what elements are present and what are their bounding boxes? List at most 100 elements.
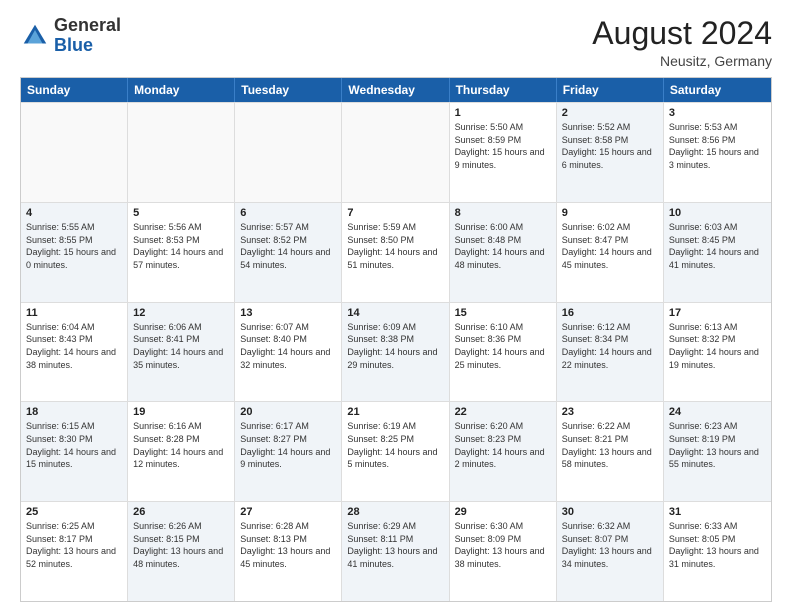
cal-cell-29: 29Sunrise: 6:30 AM Sunset: 8:09 PM Dayli…	[450, 502, 557, 601]
header: General Blue August 2024 Neusitz, German…	[20, 16, 772, 69]
cal-cell-10: 10 Sunrise: 6:03 AM Sunset: 8:45 PM Dayli…	[664, 203, 771, 302]
cal-header-day-friday: Friday	[557, 78, 664, 102]
day-number-8: 8	[455, 207, 551, 219]
day-number-20: 20	[240, 406, 336, 418]
cal-header-day-monday: Monday	[128, 78, 235, 102]
location: Neusitz, Germany	[592, 53, 772, 69]
title-block: August 2024 Neusitz, Germany	[592, 16, 772, 69]
cal-row-3: 18 Sunrise: 6:15 AM Sunset: 8:30 PM Dayli…	[21, 401, 771, 501]
day-number-15: 15	[455, 307, 551, 319]
day-number-5: 5	[133, 207, 229, 219]
cell-info-8: Sunrise: 6:00 AM Sunset: 8:48 PM Dayligh…	[455, 221, 551, 271]
cal-cell-22: 22 Sunrise: 6:20 AM Sunset: 8:23 PM Dayli…	[450, 402, 557, 501]
cell-info-31: Sunrise: 6:33 AM Sunset: 8:05 PM Dayligh…	[669, 520, 766, 570]
cell-info-14: Sunrise: 6:09 AM Sunset: 8:38 PM Dayligh…	[347, 321, 443, 371]
day-number-9: 9	[562, 207, 658, 219]
cal-cell-26: 26 Sunrise: 6:26 AM Sunset: 8:15 PM Dayli…	[128, 502, 235, 601]
cal-cell-16: 16Sunrise: 6:12 AM Sunset: 8:34 PM Dayli…	[557, 303, 664, 402]
cal-cell-25: 25Sunrise: 6:25 AM Sunset: 8:17 PM Dayli…	[21, 502, 128, 601]
day-number-12: 12	[133, 307, 229, 319]
day-number-10: 10	[669, 207, 766, 219]
day-number-28: 28	[347, 506, 443, 518]
cell-info-21: Sunrise: 6:19 AM Sunset: 8:25 PM Dayligh…	[347, 420, 443, 470]
cell-info-23: Sunrise: 6:22 AM Sunset: 8:21 PM Dayligh…	[562, 420, 658, 470]
cal-cell-6: 6 Sunrise: 5:57 AM Sunset: 8:52 PM Daylig…	[235, 203, 342, 302]
cal-cell-24: 24Sunrise: 6:23 AM Sunset: 8:19 PM Dayli…	[664, 402, 771, 501]
logo: General Blue	[20, 16, 121, 56]
cal-row-2: 11 Sunrise: 6:04 AM Sunset: 8:43 PM Dayli…	[21, 302, 771, 402]
cal-cell-3: 3Sunrise: 5:53 AM Sunset: 8:56 PM Daylig…	[664, 103, 771, 202]
day-number-23: 23	[562, 406, 658, 418]
cal-cell-empty	[342, 103, 449, 202]
day-number-21: 21	[347, 406, 443, 418]
cell-info-22: Sunrise: 6:20 AM Sunset: 8:23 PM Dayligh…	[455, 420, 551, 470]
day-number-18: 18	[26, 406, 122, 418]
month-title: August 2024	[592, 16, 772, 51]
cell-info-13: Sunrise: 6:07 AM Sunset: 8:40 PM Dayligh…	[240, 321, 336, 371]
cal-cell-21: 21 Sunrise: 6:19 AM Sunset: 8:25 PM Dayli…	[342, 402, 449, 501]
day-number-27: 27	[240, 506, 336, 518]
day-number-2: 2	[562, 107, 658, 119]
cal-cell-12: 12 Sunrise: 6:06 AM Sunset: 8:41 PM Dayli…	[128, 303, 235, 402]
cell-info-27: Sunrise: 6:28 AM Sunset: 8:13 PM Dayligh…	[240, 520, 336, 570]
cell-info-4: Sunrise: 5:55 AM Sunset: 8:55 PM Dayligh…	[26, 221, 122, 271]
cal-cell-15: 15 Sunrise: 6:10 AM Sunset: 8:36 PM Dayli…	[450, 303, 557, 402]
day-number-22: 22	[455, 406, 551, 418]
cal-cell-31: 31 Sunrise: 6:33 AM Sunset: 8:05 PM Dayli…	[664, 502, 771, 601]
cal-cell-empty	[21, 103, 128, 202]
cell-info-5: Sunrise: 5:56 AM Sunset: 8:53 PM Dayligh…	[133, 221, 229, 271]
cell-info-3: Sunrise: 5:53 AM Sunset: 8:56 PM Dayligh…	[669, 121, 766, 171]
day-number-6: 6	[240, 207, 336, 219]
day-number-14: 14	[347, 307, 443, 319]
cal-cell-27: 27 Sunrise: 6:28 AM Sunset: 8:13 PM Dayli…	[235, 502, 342, 601]
cell-info-10: Sunrise: 6:03 AM Sunset: 8:45 PM Dayligh…	[669, 221, 766, 271]
day-number-17: 17	[669, 307, 766, 319]
cell-info-25: Sunrise: 6:25 AM Sunset: 8:17 PM Dayligh…	[26, 520, 122, 570]
cal-cell-4: 4 Sunrise: 5:55 AM Sunset: 8:55 PM Daylig…	[21, 203, 128, 302]
cal-cell-19: 19Sunrise: 6:16 AM Sunset: 8:28 PM Dayli…	[128, 402, 235, 501]
cal-row-1: 4 Sunrise: 5:55 AM Sunset: 8:55 PM Daylig…	[21, 202, 771, 302]
logo-text: General Blue	[54, 16, 121, 56]
cal-cell-23: 23 Sunrise: 6:22 AM Sunset: 8:21 PM Dayli…	[557, 402, 664, 501]
cal-cell-9: 9 Sunrise: 6:02 AM Sunset: 8:47 PM Daylig…	[557, 203, 664, 302]
cal-cell-17: 17 Sunrise: 6:13 AM Sunset: 8:32 PM Dayli…	[664, 303, 771, 402]
cell-info-12: Sunrise: 6:06 AM Sunset: 8:41 PM Dayligh…	[133, 321, 229, 371]
cal-cell-empty	[128, 103, 235, 202]
cal-cell-1: 1Sunrise: 5:50 AM Sunset: 8:59 PM Daylig…	[450, 103, 557, 202]
day-number-7: 7	[347, 207, 443, 219]
logo-blue: Blue	[54, 35, 93, 55]
cal-cell-20: 20 Sunrise: 6:17 AM Sunset: 8:27 PM Dayli…	[235, 402, 342, 501]
day-number-4: 4	[26, 207, 122, 219]
day-number-30: 30	[562, 506, 658, 518]
cal-cell-13: 13 Sunrise: 6:07 AM Sunset: 8:40 PM Dayli…	[235, 303, 342, 402]
cal-header-day-wednesday: Wednesday	[342, 78, 449, 102]
cal-header-day-saturday: Saturday	[664, 78, 771, 102]
cal-header-day-thursday: Thursday	[450, 78, 557, 102]
calendar: SundayMondayTuesdayWednesdayThursdayFrid…	[20, 77, 772, 602]
logo-icon	[20, 21, 50, 51]
cal-header-day-tuesday: Tuesday	[235, 78, 342, 102]
cal-cell-14: 14 Sunrise: 6:09 AM Sunset: 8:38 PM Dayli…	[342, 303, 449, 402]
cal-cell-2: 2Sunrise: 5:52 AM Sunset: 8:58 PM Daylig…	[557, 103, 664, 202]
logo-general: General	[54, 15, 121, 35]
cal-row-0: 1Sunrise: 5:50 AM Sunset: 8:59 PM Daylig…	[21, 102, 771, 202]
cell-info-9: Sunrise: 6:02 AM Sunset: 8:47 PM Dayligh…	[562, 221, 658, 271]
cell-info-15: Sunrise: 6:10 AM Sunset: 8:36 PM Dayligh…	[455, 321, 551, 371]
day-number-26: 26	[133, 506, 229, 518]
cell-info-17: Sunrise: 6:13 AM Sunset: 8:32 PM Dayligh…	[669, 321, 766, 371]
cell-info-26: Sunrise: 6:26 AM Sunset: 8:15 PM Dayligh…	[133, 520, 229, 570]
cal-cell-empty	[235, 103, 342, 202]
day-number-11: 11	[26, 307, 122, 319]
cal-cell-5: 5 Sunrise: 5:56 AM Sunset: 8:53 PM Daylig…	[128, 203, 235, 302]
day-number-31: 31	[669, 506, 766, 518]
day-number-19: 19	[133, 406, 229, 418]
cell-info-6: Sunrise: 5:57 AM Sunset: 8:52 PM Dayligh…	[240, 221, 336, 271]
day-number-13: 13	[240, 307, 336, 319]
page: General Blue August 2024 Neusitz, German…	[0, 0, 792, 612]
cell-info-11: Sunrise: 6:04 AM Sunset: 8:43 PM Dayligh…	[26, 321, 122, 371]
cell-info-20: Sunrise: 6:17 AM Sunset: 8:27 PM Dayligh…	[240, 420, 336, 470]
cal-row-4: 25Sunrise: 6:25 AM Sunset: 8:17 PM Dayli…	[21, 501, 771, 601]
cell-info-1: Sunrise: 5:50 AM Sunset: 8:59 PM Dayligh…	[455, 121, 551, 171]
cal-cell-28: 28Sunrise: 6:29 AM Sunset: 8:11 PM Dayli…	[342, 502, 449, 601]
cell-info-18: Sunrise: 6:15 AM Sunset: 8:30 PM Dayligh…	[26, 420, 122, 470]
